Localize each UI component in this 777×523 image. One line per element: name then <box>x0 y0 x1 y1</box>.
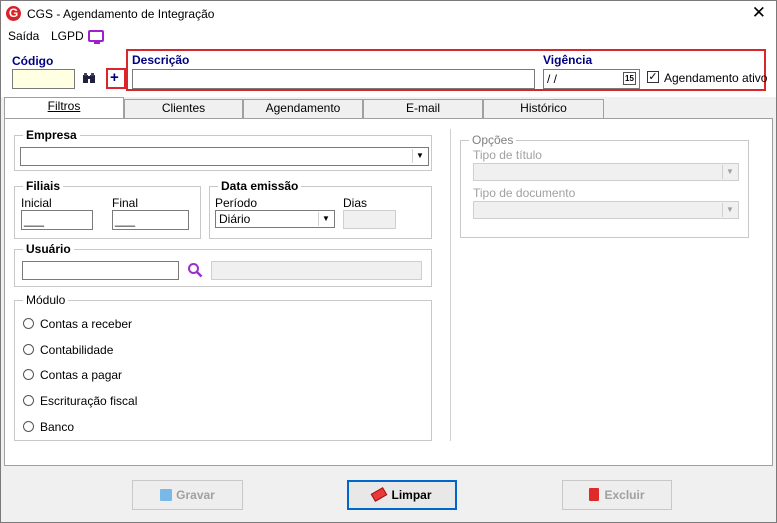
data-emissao-label: Data emissão <box>218 179 302 193</box>
usuario-group: Usuário <box>14 242 432 287</box>
tab-label: E-mail <box>405 101 440 115</box>
empresa-label: Empresa <box>23 128 80 142</box>
excluir-button[interactable]: Excluir <box>562 480 672 510</box>
gravar-label: Gravar <box>176 488 215 502</box>
usuario-label: Usuário <box>23 242 74 256</box>
tab-agendamento[interactable]: Agendamento <box>243 99 363 118</box>
tipo-documento-label: Tipo de documento <box>473 186 576 200</box>
usuario-name-display <box>211 261 422 280</box>
opcoes-label: Opções <box>469 133 517 147</box>
trash-icon <box>589 488 600 501</box>
modulo-label: Módulo <box>23 293 69 307</box>
modulo-group: Módulo Contas a receber Contabilidade Co… <box>14 293 432 441</box>
descricao-input[interactable] <box>132 69 535 89</box>
tab-historico[interactable]: Histórico <box>483 99 604 118</box>
radio-label: Contas a receber <box>40 317 133 331</box>
limpar-label: Limpar <box>391 488 432 502</box>
header-band: Código + Descrição Vigência / / 15 ✓ Age… <box>1 47 776 97</box>
radio-escrituracao-fiscal[interactable] <box>23 395 34 406</box>
radio-label: Contabilidade <box>40 343 114 357</box>
title-bar: G CGS - Agendamento de Integração ✕ <box>1 1 776 27</box>
filiais-label: Filiais <box>23 179 64 193</box>
empresa-group: Empresa ▼ <box>14 128 432 171</box>
filiais-group: Filiais Inicial ___ Final ___ <box>14 179 201 239</box>
button-bar: Gravar Limpar Excluir <box>1 467 776 522</box>
tipo-titulo-label: Tipo de título <box>473 148 542 162</box>
eraser-icon <box>371 487 388 502</box>
agendamento-ativo-label: Agendamento ativo <box>664 71 768 85</box>
tab-label: Clientes <box>161 101 206 115</box>
radio-contas-pagar[interactable] <box>23 369 34 380</box>
empresa-select[interactable]: ▼ <box>20 147 429 166</box>
opcoes-group: Opções Tipo de título ▼ Tipo de document… <box>460 133 749 238</box>
app-logo-icon: G <box>6 6 21 21</box>
limpar-button[interactable]: Limpar <box>347 480 457 510</box>
tipo-documento-select[interactable]: ▼ <box>473 201 739 219</box>
tab-filtros[interactable]: Filtros <box>4 97 124 119</box>
vigencia-value: / / <box>547 72 558 86</box>
menu-saida[interactable]: Saída <box>8 29 39 43</box>
filtros-panel: Empresa ▼ Filiais Inicial ___ Final ___ … <box>4 118 773 466</box>
tab-label: Histórico <box>520 101 567 115</box>
periodo-label: Período <box>215 196 258 210</box>
close-button[interactable]: ✕ <box>752 3 766 23</box>
calendar-icon[interactable]: 15 <box>623 72 636 85</box>
excluir-label: Excluir <box>604 488 645 502</box>
tab-clientes[interactable]: Clientes <box>124 99 243 118</box>
menu-bar: Saída LGPD <box>1 27 776 47</box>
data-emissao-group: Data emissão Período Diário ▼ Dias <box>209 179 432 239</box>
dias-input[interactable] <box>343 210 396 229</box>
save-icon <box>160 489 173 501</box>
add-icon[interactable]: + <box>110 69 119 86</box>
dias-label: Dias <box>343 196 368 210</box>
final-label: Final <box>112 196 139 210</box>
radio-banco[interactable] <box>23 421 34 432</box>
tab-bar: Filtros Clientes Agendamento E-mail Hist… <box>1 97 776 119</box>
chevron-down-icon[interactable]: ▼ <box>412 149 427 163</box>
radio-label: Banco <box>40 420 75 434</box>
descricao-label: Descrição <box>132 53 190 67</box>
binoculars-icon[interactable] <box>82 71 96 85</box>
inicial-label: Inicial <box>21 196 52 210</box>
agendamento-ativo-checkbox[interactable]: ✓ <box>647 71 659 83</box>
chevron-down-icon[interactable]: ▼ <box>722 165 737 179</box>
radio-label: Escrituração fiscal <box>40 394 138 408</box>
window-title: CGS - Agendamento de Integração <box>27 7 215 21</box>
monitor-icon[interactable] <box>88 30 104 44</box>
chevron-down-icon[interactable]: ▼ <box>318 212 333 226</box>
search-icon[interactable] <box>187 262 203 278</box>
tipo-titulo-select[interactable]: ▼ <box>473 163 739 181</box>
codigo-input[interactable] <box>12 69 75 89</box>
radio-contas-receber[interactable] <box>23 318 34 329</box>
tab-label: Agendamento <box>265 101 341 115</box>
tab-email[interactable]: E-mail <box>363 99 483 118</box>
menu-lgpd[interactable]: LGPD <box>51 29 84 43</box>
main-window: G CGS - Agendamento de Integração ✕ Saíd… <box>0 0 777 523</box>
tab-label: Filtros <box>47 99 81 113</box>
gravar-button[interactable]: Gravar <box>132 480 243 510</box>
chevron-down-icon[interactable]: ▼ <box>722 203 737 217</box>
periodo-value: Diário <box>219 212 251 226</box>
vertical-divider <box>450 129 451 441</box>
periodo-select[interactable]: Diário ▼ <box>215 210 335 228</box>
usuario-input[interactable] <box>22 261 179 280</box>
vigencia-label: Vigência <box>543 53 593 67</box>
radio-label: Contas a pagar <box>40 368 123 382</box>
radio-contabilidade[interactable] <box>23 344 34 355</box>
vigencia-input[interactable]: / / 15 <box>543 69 640 89</box>
inicial-input[interactable]: ___ <box>21 210 93 230</box>
codigo-label: Código <box>12 54 54 68</box>
final-input[interactable]: ___ <box>112 210 189 230</box>
